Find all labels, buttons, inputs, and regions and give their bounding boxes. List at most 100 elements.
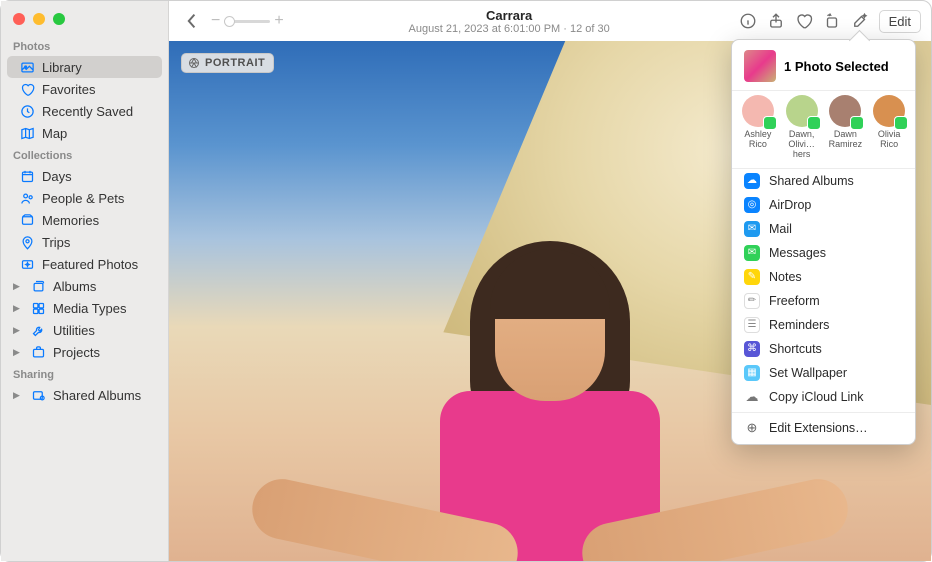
share-item-shortcuts[interactable]: ⌘Shortcuts xyxy=(732,337,915,361)
share-item-set-wallpaper[interactable]: ▦Set Wallpaper xyxy=(732,361,915,385)
sidebar-item-media-types[interactable]: ▶ Media Types xyxy=(7,297,162,319)
zoom-track[interactable] xyxy=(224,20,270,23)
main-content: − + Carrara August 21, 2023 at 6:01:00 P… xyxy=(169,1,931,561)
share-item-label: Edit Extensions… xyxy=(769,421,868,435)
share-item-notes[interactable]: ✎Notes xyxy=(732,265,915,289)
avatar xyxy=(786,95,818,127)
sidebar-header-collections: Collections xyxy=(1,144,168,165)
app-icon: ▦ xyxy=(744,365,760,381)
sidebar-item-label: Map xyxy=(42,126,67,141)
sidebar-item-recently-saved[interactable]: Recently Saved xyxy=(7,100,162,122)
zoom-thumb[interactable] xyxy=(224,16,235,27)
share-item-messages[interactable]: ✉︎ Messages xyxy=(732,241,915,265)
sidebar-header-sharing: Sharing xyxy=(1,363,168,384)
back-button[interactable] xyxy=(179,9,205,33)
pin-icon xyxy=(19,234,35,250)
sidebar-item-label: Trips xyxy=(42,235,70,250)
sidebar-item-label: Featured Photos xyxy=(42,257,138,272)
sidebar-item-label: Recently Saved xyxy=(42,104,133,119)
messages-badge-icon xyxy=(807,116,821,130)
contact-name: Dawn, Olivi…hers xyxy=(781,130,823,160)
sidebar-item-label: Memories xyxy=(42,213,99,228)
share-contact[interactable]: Dawn Ramirez xyxy=(824,95,866,160)
album-icon xyxy=(30,278,46,294)
share-item-mail[interactable]: ✉︎Mail xyxy=(732,217,915,241)
heart-icon xyxy=(19,81,35,97)
photo-title: Carrara xyxy=(292,8,727,23)
share-contact[interactable]: Olivia Rico xyxy=(868,95,910,160)
sidebar-item-label: Shared Albums xyxy=(53,388,141,403)
share-item-label: AirDrop xyxy=(769,198,811,212)
sparkle-icon xyxy=(19,256,35,272)
zoom-window-button[interactable] xyxy=(53,13,65,25)
sidebar-header-photos: Photos xyxy=(1,35,168,56)
window-controls xyxy=(1,7,168,35)
share-contact[interactable]: Dawn, Olivi…hers xyxy=(781,95,823,160)
minimize-window-button[interactable] xyxy=(33,13,45,25)
sidebar-item-label: People & Pets xyxy=(42,191,124,206)
app-icon: ☁︎ xyxy=(744,389,760,405)
share-header: 1 Photo Selected xyxy=(732,48,915,90)
sidebar-item-people-pets[interactable]: People & Pets xyxy=(7,187,162,209)
share-button[interactable] xyxy=(763,9,789,33)
favorite-button[interactable] xyxy=(791,9,817,33)
sidebar-item-library[interactable]: Library xyxy=(7,56,162,78)
photo-subtitle: August 21, 2023 at 6:01:00 PM · 12 of 30 xyxy=(292,23,727,35)
calendar-icon xyxy=(19,168,35,184)
people-icon xyxy=(19,190,35,206)
toolbar: − + Carrara August 21, 2023 at 6:01:00 P… xyxy=(169,1,931,41)
sidebar-item-label: Albums xyxy=(53,279,96,294)
share-header-label: 1 Photo Selected xyxy=(784,59,889,74)
share-item-edit-extensions[interactable]: ⊕ Edit Extensions… xyxy=(732,416,915,440)
share-item-label: Shortcuts xyxy=(769,342,822,356)
share-item-copy-icloud-link[interactable]: ☁︎ Copy iCloud Link xyxy=(732,385,915,409)
app-icon: ✏︎ xyxy=(744,293,760,309)
sidebar-item-projects[interactable]: ▶ Projects xyxy=(7,341,162,363)
sidebar-item-days[interactable]: Days xyxy=(7,165,162,187)
app-icon: ☰ xyxy=(744,317,760,333)
share-item-label: Copy iCloud Link xyxy=(769,390,864,404)
wrench-icon xyxy=(30,322,46,338)
sidebar-item-label: Favorites xyxy=(42,82,95,97)
zoom-slider[interactable]: − + xyxy=(211,12,284,30)
sidebar-item-label: Library xyxy=(42,60,82,75)
chevron-right-icon: ▶ xyxy=(13,390,23,401)
share-thumbnail xyxy=(744,50,776,82)
sidebar-item-favorites[interactable]: Favorites xyxy=(7,78,162,100)
sidebar-item-utilities[interactable]: ▶ Utilities xyxy=(7,319,162,341)
extensions-icon: ⊕ xyxy=(744,420,760,436)
share-item-label: Reminders xyxy=(769,318,829,332)
sidebar-item-map[interactable]: Map xyxy=(7,122,162,144)
chevron-right-icon: ▶ xyxy=(13,281,23,292)
share-contact[interactable]: Ashley Rico xyxy=(737,95,779,160)
share-item-freeform[interactable]: ✏︎ Freeform xyxy=(732,289,915,313)
clock-icon xyxy=(19,103,35,119)
app-icon: ✉︎ xyxy=(744,245,760,261)
sidebar-item-trips[interactable]: Trips xyxy=(7,231,162,253)
avatar xyxy=(873,95,905,127)
share-item-reminders[interactable]: ☰ Reminders xyxy=(732,313,915,337)
sidebar-item-label: Media Types xyxy=(53,301,126,316)
sidebar-item-featured-photos[interactable]: Featured Photos xyxy=(7,253,162,275)
app-icon: ☁︎ xyxy=(744,173,760,189)
avatar xyxy=(829,95,861,127)
contact-name: Dawn Ramirez xyxy=(824,130,866,150)
share-item-shared-albums[interactable]: ☁︎ Shared Albums xyxy=(732,169,915,193)
share-item-airdrop[interactable]: ◎AirDrop xyxy=(732,193,915,217)
rotate-button[interactable] xyxy=(819,9,845,33)
zoom-out-icon: − xyxy=(211,12,220,30)
close-window-button[interactable] xyxy=(13,13,25,25)
library-icon xyxy=(19,59,35,75)
edit-button[interactable]: Edit xyxy=(879,10,921,33)
sidebar-item-albums[interactable]: ▶ Albums xyxy=(7,275,162,297)
sidebar-item-shared-albums[interactable]: ▶ Shared Albums xyxy=(7,384,162,406)
badge-label: PORTRAIT xyxy=(205,57,265,69)
sidebar-item-memories[interactable]: Memories xyxy=(7,209,162,231)
share-item-label: Shared Albums xyxy=(769,174,854,188)
share-item-label: Freeform xyxy=(769,294,820,308)
sidebar-item-label: Projects xyxy=(53,345,100,360)
media-icon xyxy=(30,300,46,316)
info-button[interactable] xyxy=(735,9,761,33)
share-item-label: Messages xyxy=(769,246,826,260)
portrait-badge[interactable]: PORTRAIT xyxy=(181,53,274,73)
